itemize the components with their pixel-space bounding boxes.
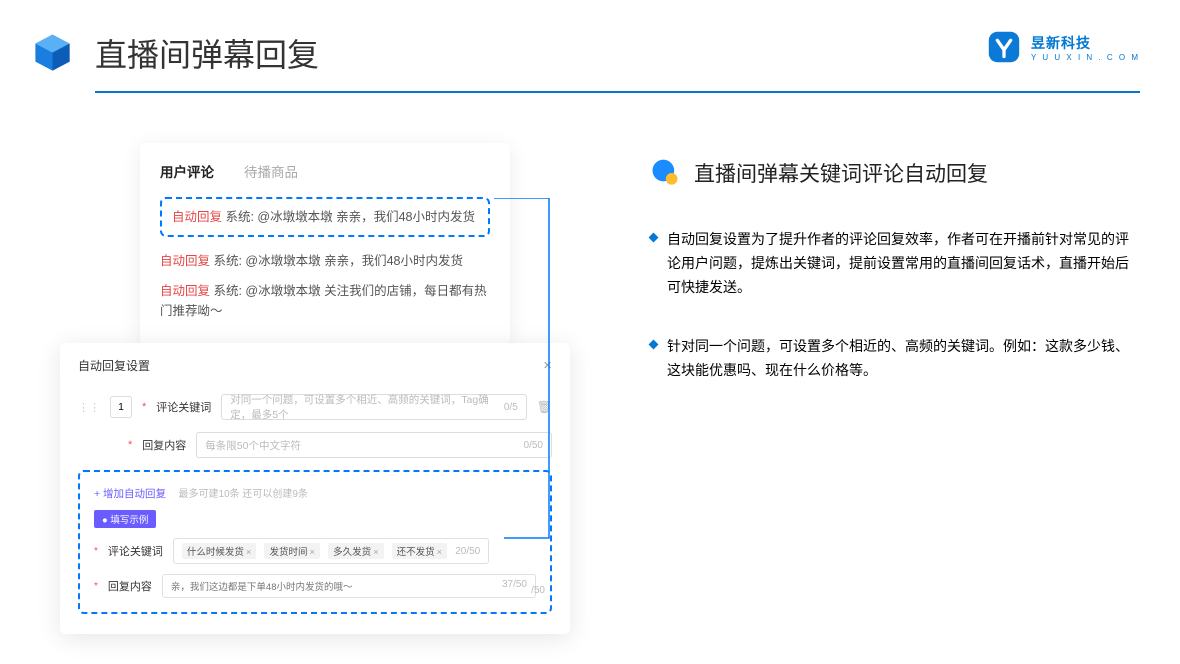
close-icon[interactable]: × bbox=[543, 357, 552, 374]
example-content-input[interactable]: 亲，我们这边都是下单48小时内发货的哦～ 37/50 bbox=[162, 574, 536, 598]
tab-pending-products[interactable]: 待播商品 bbox=[244, 161, 298, 181]
reply-text: 系统: @冰墩墩本墩 亲亲，我们48小时内发货 bbox=[210, 254, 463, 268]
keyword-counter: 0/5 bbox=[504, 402, 518, 413]
example-tag-input[interactable]: 什么时候发货× 发货时间× 多久发货× 还不发货× 20/50 bbox=[173, 538, 489, 564]
comments-card: 用户评论 待播商品 自动回复 系统: @冰墩墩本墩 亲亲，我们48小时内发货 自… bbox=[140, 143, 510, 345]
bullet-text: 针对同一个问题，可设置多个相近的、高频的关键词。例如：这款多少钱、这块能优惠吗、… bbox=[667, 335, 1140, 383]
sequence-number: 1 bbox=[110, 396, 132, 418]
auto-reply-tag: 自动回复 bbox=[172, 210, 222, 224]
example-content-counter: 37/50 bbox=[502, 579, 527, 593]
tag-item[interactable]: 发货时间× bbox=[264, 543, 320, 559]
example-row-keyword: * 评论关键词 什么时候发货× 发货时间× 多久发货× 还不发货× 20/50 bbox=[94, 538, 536, 564]
settings-title: 自动回复设置 bbox=[78, 357, 150, 374]
cube-icon bbox=[30, 31, 75, 76]
required-star-icon: * bbox=[94, 546, 98, 557]
example-badge: ● 填写示例 bbox=[94, 510, 156, 528]
bullet-point: 针对同一个问题，可设置多个相近的、高频的关键词。例如：这款多少钱、这块能优惠吗、… bbox=[650, 335, 1140, 383]
tag-item[interactable]: 什么时候发货× bbox=[182, 543, 257, 559]
stray-counter: /50 bbox=[531, 585, 545, 596]
reply-item: 自动回复 系统: @冰墩墩本墩 亲亲，我们48小时内发货 bbox=[160, 251, 490, 271]
reply-text: 系统: @冰墩墩本墩 亲亲，我们48小时内发货 bbox=[222, 210, 475, 224]
content-label: 回复内容 bbox=[142, 437, 186, 453]
highlighted-reply: 自动回复 系统: @冰墩墩本墩 亲亲，我们48小时内发货 bbox=[160, 197, 490, 237]
brand-icon bbox=[985, 28, 1023, 66]
brand-logo: 昱新科技 Y U U X I N . C O M bbox=[985, 28, 1140, 66]
form-row-keyword: ⋮⋮ 1 * 评论关键词 对同一个问题，可设置多个相近、高频的关键词，Tag确定… bbox=[78, 394, 552, 420]
add-hint: 最多可建10条 还可以创建9条 bbox=[179, 489, 308, 500]
left-column: 用户评论 待播商品 自动回复 系统: @冰墩墩本墩 亲亲，我们48小时内发货 自… bbox=[60, 143, 560, 419]
reply-item: 自动回复 系统: @冰墩墩本墩 关注我们的店铺，每日都有热门推荐呦～ bbox=[160, 281, 490, 321]
add-reply-link[interactable]: + 增加自动回复 bbox=[94, 488, 166, 500]
auto-reply-tag: 自动回复 bbox=[160, 254, 210, 268]
example-content-text: 亲，我们这边都是下单48小时内发货的哦～ bbox=[171, 579, 353, 593]
keyword-label: 评论关键词 bbox=[156, 399, 211, 415]
placeholder-text: 对同一个问题，可设置多个相近、高频的关键词，Tag确定，最多5个 bbox=[230, 392, 504, 422]
bullet-point: 自动回复设置为了提升作者的评论回复效率，作者可在开播前针对常见的评论用户问题，提… bbox=[650, 228, 1140, 299]
example-row-content: * 回复内容 亲，我们这边都是下单48小时内发货的哦～ 37/50 bbox=[94, 574, 536, 598]
delete-icon[interactable]: 🗑 bbox=[537, 400, 552, 414]
example-keyword-label: 评论关键词 bbox=[108, 543, 163, 559]
required-star-icon: * bbox=[94, 581, 98, 592]
required-star-icon: * bbox=[142, 401, 146, 413]
right-column: 直播间弹幕关键词评论自动回复 自动回复设置为了提升作者的评论回复效率，作者可在开… bbox=[650, 143, 1140, 419]
drag-handle-icon[interactable]: ⋮⋮ bbox=[78, 401, 100, 414]
required-star-icon: * bbox=[128, 439, 132, 451]
example-keyword-counter: 20/50 bbox=[455, 546, 480, 557]
tag-item[interactable]: 还不发货× bbox=[392, 543, 448, 559]
page-title: 直播间弹幕回复 bbox=[95, 30, 319, 76]
placeholder-text: 每条限50个中文字符 bbox=[205, 438, 301, 453]
brand-name: 昱新科技 bbox=[1031, 33, 1140, 53]
example-section: + 增加自动回复 最多可建10条 还可以创建9条 ● 填写示例 * 评论关键词 … bbox=[78, 470, 552, 614]
bullet-text: 自动回复设置为了提升作者的评论回复效率，作者可在开播前针对常见的评论用户问题，提… bbox=[667, 228, 1140, 299]
tab-user-comments[interactable]: 用户评论 bbox=[160, 161, 214, 181]
section-heading: 直播间弹幕关键词评论自动回复 bbox=[650, 158, 1140, 188]
auto-reply-tag: 自动回复 bbox=[160, 284, 210, 298]
diamond-icon bbox=[649, 340, 659, 350]
diamond-icon bbox=[649, 233, 659, 243]
keyword-input[interactable]: 对同一个问题，可设置多个相近、高频的关键词，Tag确定，最多5个 0/5 bbox=[221, 394, 526, 420]
tag-item[interactable]: 多久发货× bbox=[328, 543, 384, 559]
brand-subtitle: Y U U X I N . C O M bbox=[1031, 53, 1140, 62]
section-title: 直播间弹幕关键词评论自动回复 bbox=[694, 158, 988, 188]
form-row-content: * 回复内容 每条限50个中文字符 0/50 bbox=[78, 432, 552, 458]
content-input[interactable]: 每条限50个中文字符 0/50 bbox=[196, 432, 552, 458]
settings-card: 自动回复设置 × ⋮⋮ 1 * 评论关键词 对同一个问题，可设置多个相近、高频的… bbox=[60, 343, 570, 634]
example-content-label: 回复内容 bbox=[108, 578, 152, 594]
chat-bubble-icon bbox=[650, 158, 680, 188]
content-counter: 0/50 bbox=[524, 440, 543, 451]
